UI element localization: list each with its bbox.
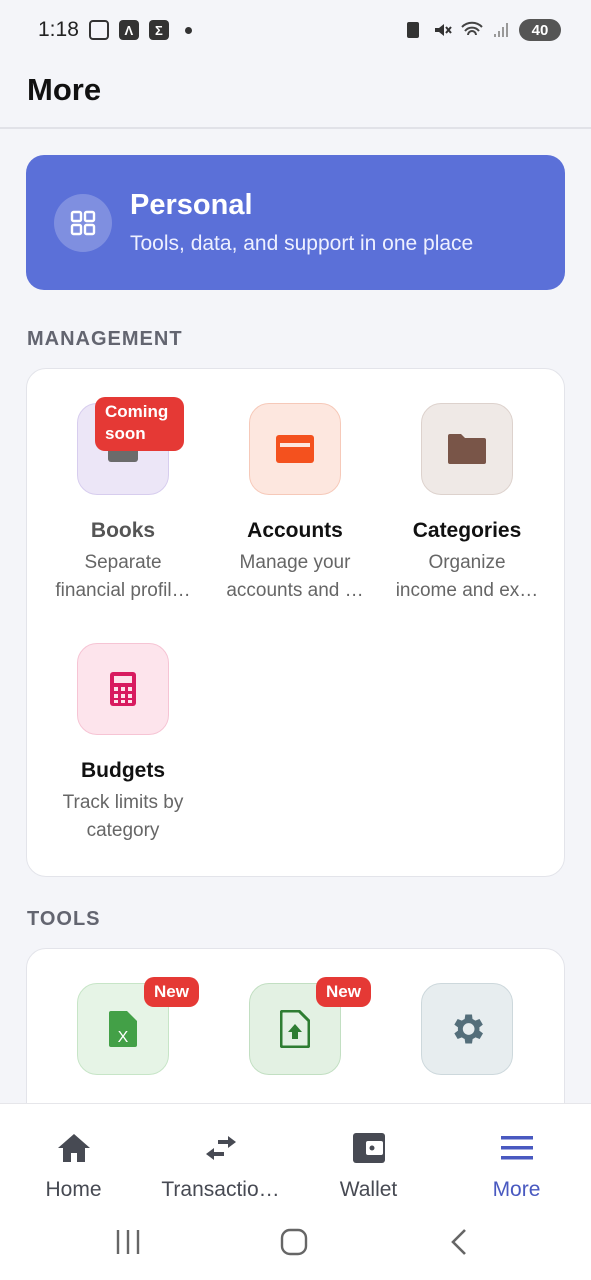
tile-books-name: Books xyxy=(90,519,156,542)
swap-arrows-icon xyxy=(147,1130,294,1166)
nav-transactions[interactable]: Transactio… xyxy=(147,1130,294,1202)
system-nav-bar xyxy=(0,1213,591,1280)
tile-categories-desc-line2: income and ex… xyxy=(395,580,539,601)
tile-import-file[interactable]: New xyxy=(209,977,381,1075)
personal-card-text: Personal Tools, data, and support in one… xyxy=(130,189,473,256)
personal-card-subtitle: Tools, data, and support in one place xyxy=(130,232,474,255)
section-label-management: MANAGEMENT xyxy=(27,328,183,350)
tile-books-desc-line1: Separate xyxy=(84,552,162,573)
calculator-icon xyxy=(77,643,169,735)
page-title: More xyxy=(27,72,102,107)
credit-card-icon xyxy=(249,403,341,495)
home-button-icon[interactable] xyxy=(280,1228,308,1256)
management-card: Coming soon Books Separate financial prof… xyxy=(26,368,565,877)
recents-icon[interactable] xyxy=(114,1229,142,1255)
personal-card-title: Personal xyxy=(130,189,253,221)
tile-accounts-desc-line1: Manage your xyxy=(239,552,351,573)
tile-export-excel[interactable]: X New xyxy=(37,977,209,1075)
status-right: 40 xyxy=(405,19,561,41)
app-header: More xyxy=(0,60,591,129)
tile-budgets-desc-line1: Track limits by xyxy=(62,792,184,813)
status-bar: 1:18 Λ Σ 40 xyxy=(0,0,591,60)
mute-icon xyxy=(435,24,452,36)
nav-home-label: Home xyxy=(45,1178,102,1201)
notification-dot-icon xyxy=(184,26,192,34)
bottom-nav: Home Transactio… Wallet More xyxy=(0,1103,591,1213)
sim-icon xyxy=(407,22,419,38)
status-left: 1:18 Λ Σ xyxy=(38,18,192,42)
home-icon xyxy=(0,1130,147,1166)
nav-more[interactable]: More xyxy=(443,1130,590,1202)
tile-budgets[interactable]: Budgets Track limits by category xyxy=(37,643,209,845)
screenshot-icon xyxy=(88,20,109,40)
tile-categories-desc-line1: Organize xyxy=(428,552,506,573)
new-badge: New xyxy=(144,977,199,1007)
nav-home[interactable]: Home xyxy=(0,1130,147,1202)
tile-accounts[interactable]: Accounts Manage your accounts and … xyxy=(209,403,381,605)
app-a-icon: Λ xyxy=(118,20,139,40)
svg-text:X: X xyxy=(118,1029,129,1046)
back-icon[interactable] xyxy=(448,1228,470,1256)
grid-icon xyxy=(54,193,112,252)
tile-settings[interactable] xyxy=(381,983,553,1075)
tile-budgets-desc-line2: category xyxy=(86,820,160,841)
nav-wallet-label: Wallet xyxy=(339,1178,398,1201)
nav-more-label: More xyxy=(492,1178,541,1201)
wallet-icon xyxy=(295,1130,442,1166)
coming-soon-badge: Coming soon xyxy=(95,397,184,451)
new-badge: New xyxy=(316,977,371,1007)
gear-icon xyxy=(421,983,513,1075)
tile-accounts-name: Accounts xyxy=(247,519,343,542)
nav-transactions-label: Transactio… xyxy=(161,1178,280,1201)
personal-card[interactable]: Personal Tools, data, and support in one… xyxy=(26,155,565,290)
menu-icon xyxy=(443,1130,590,1166)
status-time: 1:18 xyxy=(38,18,79,41)
tile-accounts-desc-line2: accounts and … xyxy=(226,580,364,601)
tile-budgets-name: Budgets xyxy=(81,759,165,782)
battery-indicator: 40 xyxy=(519,19,561,41)
folder-icon xyxy=(421,403,513,495)
nav-wallet[interactable]: Wallet xyxy=(295,1130,442,1202)
signal-icon xyxy=(494,23,508,37)
tile-books-desc-line2: financial profil… xyxy=(55,580,191,601)
sigma-icon: Σ xyxy=(148,20,169,40)
section-label-tools: TOOLS xyxy=(27,908,101,930)
wifi-icon xyxy=(461,21,483,36)
tile-categories-name: Categories xyxy=(412,519,522,542)
tile-categories[interactable]: Categories Organize income and ex… xyxy=(381,403,553,605)
tile-books[interactable]: Coming soon Books Separate financial prof… xyxy=(37,397,209,605)
